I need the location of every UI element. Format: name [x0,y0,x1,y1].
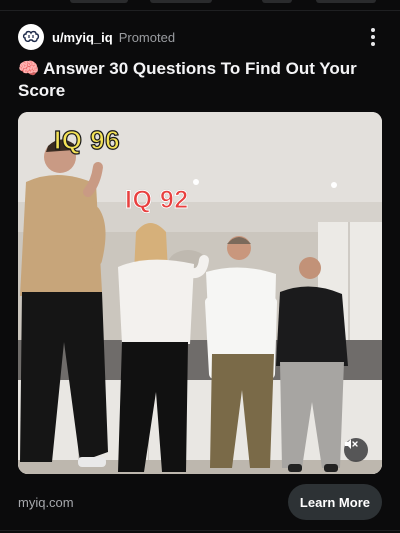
promoted-label: Promoted [118,29,176,45]
learn-more-button[interactable]: Learn More [287,484,382,520]
overlay-text-iq-92: IQ 92 [125,186,189,215]
post-title[interactable]: 🧠 Answer 30 Questions To Find Out Your Sc… [18,58,378,102]
overlay-text-iq-96: IQ 96 [53,124,121,155]
brain-emoji: 🧠 [18,59,40,78]
video-player[interactable]: IQ 96 IQ 92 [18,112,382,474]
speaker-muted-icon [345,439,358,449]
mute-toggle-button[interactable] [344,438,368,462]
vertical-dots-icon [371,28,375,32]
previous-post-edge [0,0,400,8]
post-title-text: Answer 30 Questions To Find Out Your Sco… [18,59,357,100]
divider [0,530,400,531]
video-frame [18,112,382,474]
ad-domain-link[interactable]: myiq.com [18,495,74,510]
divider [0,10,400,11]
ad-post-card: u/myiq_iq Promoted 🧠 Answer 30 Questions … [0,0,400,533]
brain-logo-icon [22,30,40,43]
post-header: u/myiq_iq Promoted [18,23,388,51]
more-options-button[interactable] [366,26,380,48]
ad-footer: myiq.com Learn More [18,484,382,520]
username-link[interactable]: u/myiq_iq [52,30,113,45]
avatar[interactable] [18,24,44,50]
